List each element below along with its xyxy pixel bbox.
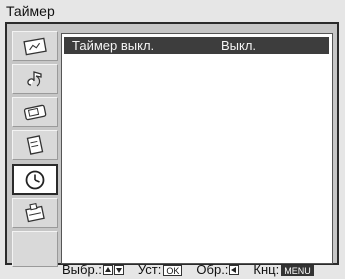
menu-frame: Таймер выкл. Выкл. [5,22,339,267]
help-select-label: Выбр.: [62,262,102,277]
sleep-timer-value: Выкл. [221,38,257,53]
sidebar-item-sound[interactable] [12,64,58,94]
sidebar-item-screen[interactable] [12,97,58,127]
menu-title: Таймер [6,3,55,19]
help-back-label: Обр.: [196,262,229,277]
clock-icon [22,169,48,191]
up-arrow-key-icon [102,265,113,275]
help-back: Обр.: [196,262,240,277]
sound-menu-icon [22,68,48,90]
picture-menu-icon [22,35,48,57]
sidebar-item-empty [12,231,58,267]
help-exit-label: Кнц: [253,262,280,277]
features-menu-icon [22,134,48,156]
left-arrow-key-icon [229,265,240,275]
sleep-timer-label: Таймер выкл. [72,38,155,53]
help-set-label: Уст: [137,262,162,277]
sidebar-item-picture[interactable] [12,31,58,61]
screen-menu-icon [22,101,48,123]
help-set: Уст: OK [137,262,183,277]
sidebar-item-timer[interactable] [12,164,58,195]
help-bar: Выбр.: Уст: OK Обр.: Кнц: MENU [62,263,314,277]
sidebar-item-features[interactable] [12,130,58,160]
sidebar-item-setup[interactable] [12,198,58,228]
list-item-sleep-timer[interactable]: Таймер выкл. Выкл. [64,37,329,54]
ok-key-icon: OK [163,264,183,276]
setup-menu-icon [22,202,48,224]
menu-key-icon: MENU [281,264,314,276]
help-exit: Кнц: MENU [253,262,314,277]
menu-content-panel: Таймер выкл. Выкл. [61,33,333,264]
help-select: Выбр.: [62,263,124,277]
down-arrow-key-icon [113,265,124,275]
